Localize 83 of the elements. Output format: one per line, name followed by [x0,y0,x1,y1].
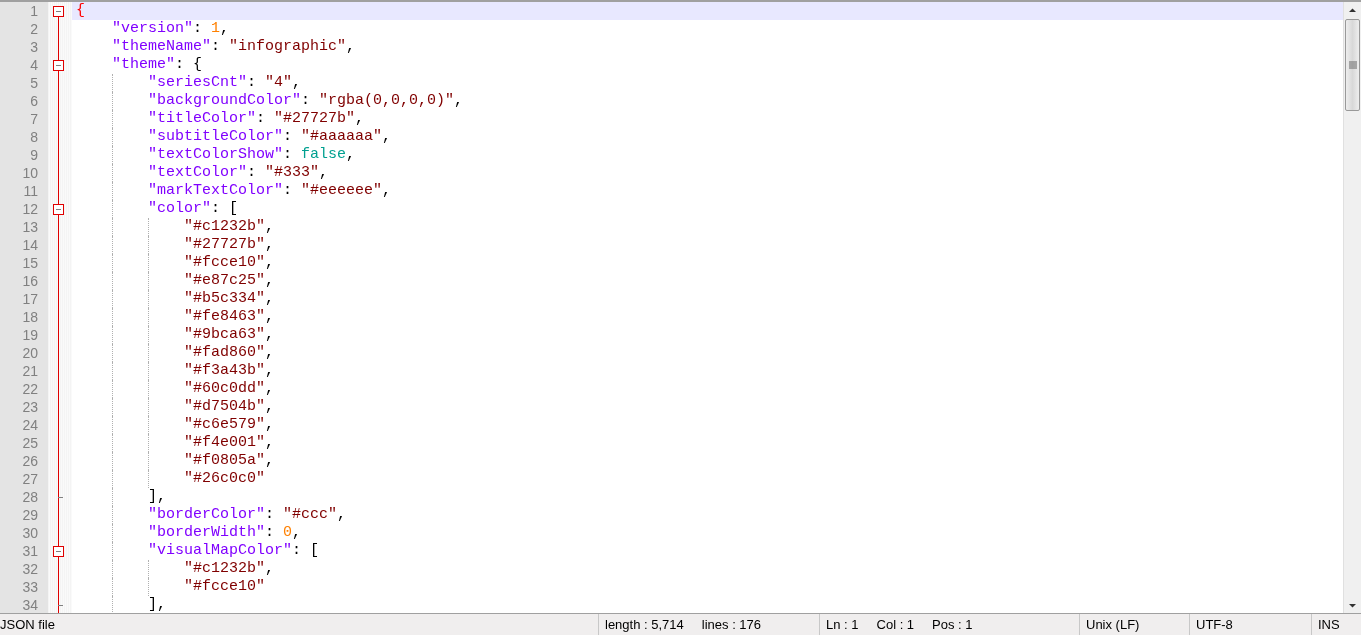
line-number: 3 [0,38,48,56]
code-line: "version": 1, [112,20,230,38]
code-line: "borderColor": "#ccc", [148,506,347,524]
line-number: 31 [0,542,48,560]
code-line: "textColor": "#333", [148,164,329,182]
code-line: "theme": { [112,56,203,74]
line-number: 22 [0,380,48,398]
code-line: "#f3a43b", [184,362,275,380]
code-line: "subtitleColor": "#aaaaaa", [148,128,392,146]
line-number: 1 [0,2,48,20]
status-text: Col : 1 [876,617,915,632]
code-line: "#f0805a", [184,452,275,470]
code-line: "markTextColor": "#eeeeee", [148,182,392,200]
line-number: 2 [0,20,48,38]
line-number: 9 [0,146,48,164]
line-number: 6 [0,92,48,110]
line-number: 28 [0,488,48,506]
code-line: "#c1232b", [184,218,275,236]
code-line: "#e87c25", [184,272,275,290]
code-line: "#d7504b", [184,398,275,416]
line-number: 24 [0,416,48,434]
code-line: "textColorShow": false, [148,146,356,164]
line-number: 16 [0,272,48,290]
line-number: 30 [0,524,48,542]
line-number: 13 [0,218,48,236]
code-line: "#fcce10" [184,578,265,596]
vertical-scrollbar[interactable] [1343,2,1361,613]
code-line: "visualMapColor": [ [148,542,320,560]
fold-toggle[interactable] [53,204,64,215]
code-line: "#fe8463", [184,308,275,326]
code-line: "#9bca63", [184,326,275,344]
code-line: "#60c0dd", [184,380,275,398]
line-number: 19 [0,326,48,344]
code-line: "borderWidth": 0, [148,524,302,542]
code-line: "#f4e001", [184,434,275,452]
line-number: 8 [0,128,48,146]
line-number: 4 [0,56,48,74]
fold-toggle[interactable] [53,60,64,71]
line-number: 11 [0,182,48,200]
scrollbar-thumb[interactable] [1345,19,1360,111]
fold-toggle[interactable] [53,6,64,17]
code-line: "#c6e579", [184,416,275,434]
code-line: "#26c0c0" [184,470,265,488]
status-text: Pos : 1 [932,617,973,632]
code-line: "backgroundColor": "rgba(0,0,0,0)", [148,92,464,110]
code-line: "themeName": "infographic", [112,38,356,56]
line-number: 5 [0,74,48,92]
status-text: UTF-8 [1196,617,1233,632]
status-text: length : 5,714 [605,617,684,632]
line-number: 33 [0,578,48,596]
line-number: 32 [0,560,48,578]
status-text: Ln : 1 [826,617,859,632]
status-text: INS [1318,617,1340,632]
code-line: { [76,2,85,20]
status-text: JSON file [0,617,55,632]
line-number: 23 [0,398,48,416]
line-number: 15 [0,254,48,272]
line-number: 27 [0,470,48,488]
code-line: ], [148,596,166,613]
code-line: "color": [ [148,200,239,218]
line-number: 12 [0,200,48,218]
line-number: 29 [0,506,48,524]
line-number: 34 [0,596,48,613]
status-text: lines : 176 [701,617,762,632]
code-line: "#27727b", [184,236,275,254]
line-number: 26 [0,452,48,470]
line-number: 14 [0,236,48,254]
code-line: "#b5c334", [184,290,275,308]
code-line: "#fcce10", [184,254,275,272]
line-number: 17 [0,290,48,308]
line-number: 20 [0,344,48,362]
code-line: "titleColor": "#27727b", [148,110,365,128]
code-line: "seriesCnt": "4", [148,74,302,92]
code-line: "#c1232b", [184,560,275,578]
code-line: ], [148,488,166,506]
line-number: 18 [0,308,48,326]
line-number: 7 [0,110,48,128]
code-line: "#fad860", [184,344,275,362]
line-number: 10 [0,164,48,182]
line-number: 21 [0,362,48,380]
status-text: Unix (LF) [1086,617,1140,632]
line-number: 25 [0,434,48,452]
fold-toggle[interactable] [53,546,64,557]
